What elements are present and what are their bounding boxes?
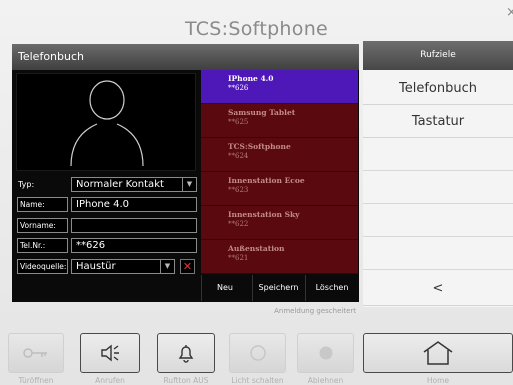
contact-item[interactable]: Innenstation Sky **622 bbox=[201, 206, 358, 240]
contact-name: Innenstation Ecoe bbox=[228, 176, 305, 185]
phonebook-header: Telefonbuch bbox=[12, 44, 359, 70]
status-text: Anmeldung gescheitert bbox=[274, 307, 356, 315]
contact-item[interactable]: Außenstation **621 bbox=[201, 240, 358, 274]
phone-label: Tel.Nr.: bbox=[17, 238, 68, 253]
close-icon[interactable]: × bbox=[506, 5, 513, 20]
ringtone-off-label: Ruftton AUS bbox=[163, 376, 209, 385]
back-button[interactable]: < bbox=[363, 272, 513, 306]
menu-empty-slot bbox=[363, 205, 513, 237]
contact-photo bbox=[16, 73, 196, 171]
phone-field[interactable]: **626 bbox=[71, 238, 197, 253]
contact-item[interactable]: TCS:Softphone **624 bbox=[201, 138, 358, 172]
light-icon bbox=[249, 345, 266, 361]
ringtone-off-button[interactable] bbox=[157, 333, 215, 373]
home-label: Home bbox=[426, 376, 450, 385]
menu-empty-slot bbox=[363, 172, 513, 204]
menu-empty-slot bbox=[363, 139, 513, 171]
door-open-label: Türöffnen bbox=[18, 376, 54, 385]
reject-button[interactable] bbox=[297, 333, 354, 373]
speaker-icon bbox=[101, 344, 119, 362]
type-value: Normaler Kontakt bbox=[76, 179, 164, 190]
hangup-icon bbox=[319, 346, 332, 360]
contact-item[interactable]: Samsung Tablet **625 bbox=[201, 104, 358, 138]
contact-number: **621 bbox=[228, 254, 249, 262]
chevron-down-icon[interactable]: ▼ bbox=[160, 260, 174, 273]
contact-name: Außenstation bbox=[228, 244, 285, 253]
contact-name: TCS:Softphone bbox=[228, 142, 291, 151]
new-contact-button[interactable]: Neu bbox=[201, 275, 248, 301]
type-label: Typ: bbox=[18, 180, 35, 189]
contact-number: **626 bbox=[228, 84, 249, 92]
type-select[interactable]: Normaler Kontakt ▼ bbox=[71, 177, 197, 192]
contact-number: **622 bbox=[228, 220, 249, 228]
app-title: TCS:Softphone bbox=[184, 18, 329, 40]
menu-item-phonebook[interactable]: Telefonbuch bbox=[363, 73, 513, 105]
call-targets-header: Rufziele bbox=[363, 41, 513, 70]
key-icon bbox=[23, 348, 47, 358]
chevron-down-icon[interactable]: ▼ bbox=[182, 178, 196, 191]
contact-number: **623 bbox=[228, 186, 249, 194]
video-source-select[interactable]: Haustür ▼ bbox=[71, 259, 175, 274]
contact-name: IPhone 4.0 bbox=[228, 74, 274, 83]
reject-label: Ablehnen bbox=[307, 376, 344, 385]
video-source-value: Haustür bbox=[76, 261, 116, 272]
contact-item[interactable]: Innenstation Ecoe **623 bbox=[201, 172, 358, 206]
home-button[interactable] bbox=[363, 333, 513, 373]
call-label: Anrufen bbox=[95, 376, 125, 385]
video-source-label: Videoquelle: bbox=[17, 259, 68, 274]
firstname-label: Vorname: bbox=[17, 218, 68, 233]
remove-video-source-button[interactable]: ✕ bbox=[180, 259, 195, 274]
menu-empty-slot bbox=[363, 238, 513, 270]
bell-icon bbox=[178, 345, 194, 363]
contact-number: **625 bbox=[228, 118, 249, 126]
menu-item-keypad[interactable]: Tastatur bbox=[363, 106, 513, 138]
call-button[interactable] bbox=[80, 333, 140, 373]
contact-item[interactable]: IPhone 4.0 **626 bbox=[201, 70, 358, 104]
person-silhouette-icon bbox=[70, 80, 144, 167]
name-field[interactable]: IPhone 4.0 bbox=[71, 197, 197, 212]
delete-button[interactable]: Löschen bbox=[305, 275, 358, 301]
home-icon bbox=[423, 341, 453, 365]
save-button[interactable]: Speichern bbox=[252, 275, 304, 301]
firstname-field[interactable] bbox=[71, 218, 197, 233]
switch-light-label: Licht schalten bbox=[231, 376, 284, 385]
contact-number: **624 bbox=[228, 152, 249, 160]
door-open-button[interactable] bbox=[8, 333, 64, 373]
name-label: Name: bbox=[17, 197, 68, 212]
contact-name: Innenstation Sky bbox=[228, 210, 300, 219]
contact-name: Samsung Tablet bbox=[228, 108, 296, 117]
switch-light-button[interactable] bbox=[229, 333, 286, 373]
